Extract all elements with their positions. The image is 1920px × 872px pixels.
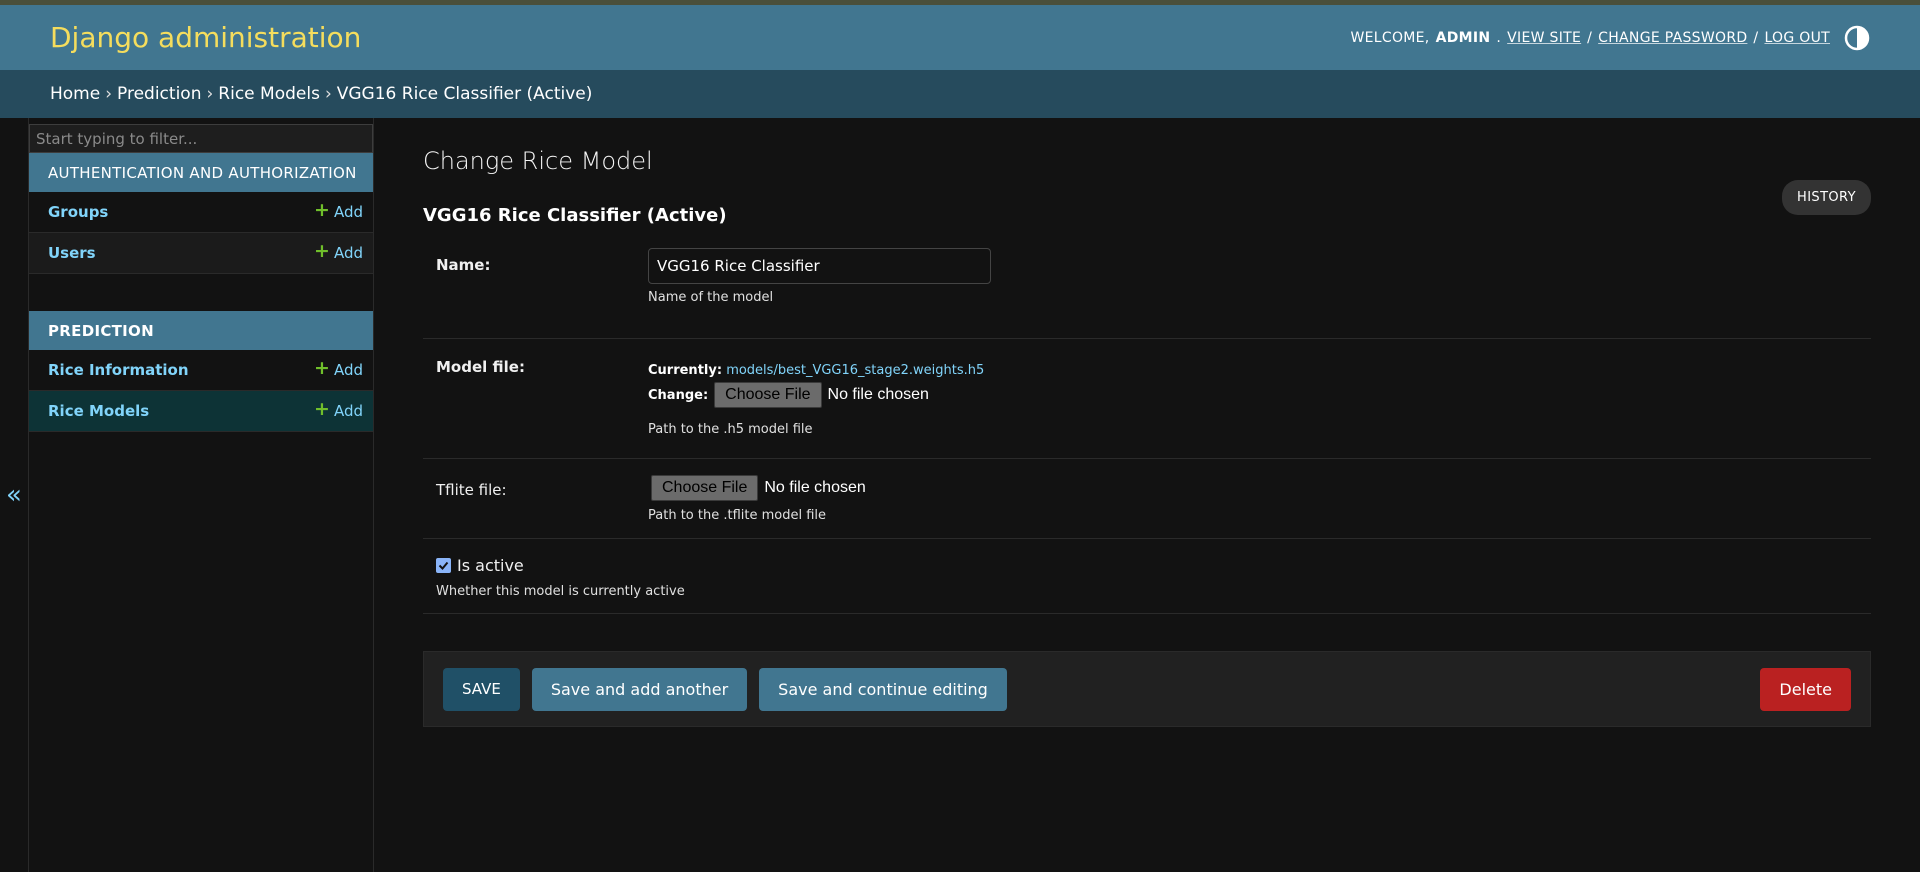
sidebar-item-rice-information: Rice Information + Add [29,350,373,391]
add-rice-models-link[interactable]: + Add [314,397,363,420]
model-file-status: No file chosen [827,386,929,403]
form-row-is-active: Is active Whether this model is currentl… [423,539,1871,614]
page-title: Change Rice Model [423,147,653,175]
name-field[interactable] [648,248,991,284]
module-caption[interactable]: AUTHENTICATION AND AUTHORIZATION [29,153,373,192]
breadcrumb-separator: › [324,84,332,104]
module-prediction: PREDICTION Rice Information + Add Rice M… [29,311,373,432]
welcome-text: WELCOME, [1350,29,1430,46]
save-and-continue-button[interactable]: Save and continue editing [759,667,1007,711]
add-label: Add [333,244,363,262]
header: Django administration WELCOME, ADMIN. VI… [0,5,1920,70]
add-rice-information-link[interactable]: + Add [314,356,363,379]
sidebar-item-groups: Groups + Add [29,192,373,233]
sidebar-item-users: Users + Add [29,233,373,274]
add-label: Add [333,361,363,379]
sidebar-item-users-link[interactable]: Users [48,244,96,262]
separator: / [1587,29,1593,46]
model-file-help: Path to the .h5 model file [648,422,813,437]
nav-filter-input[interactable] [29,124,373,153]
breadcrumb-separator: › [206,84,214,104]
history-button[interactable]: HISTORY [1782,180,1871,215]
object-title: VGG16 Rice Classifier (Active) [423,205,727,226]
double-chevron-left-icon: « [6,480,22,510]
model-file-label: Model file: [436,358,525,376]
username: ADMIN [1435,29,1491,46]
is-active-checkbox[interactable] [436,558,451,573]
tflite-file-choose-button[interactable]: Choose File [651,475,759,501]
breadcrumb-separator: › [105,84,113,104]
breadcrumb: Home › Prediction › Rice Models › VGG16 … [0,70,1920,118]
add-label: Add [333,402,363,420]
sidebar-item-rice-models-link[interactable]: Rice Models [48,402,149,420]
sidebar-collapse-button[interactable]: « [0,118,29,872]
view-site-link[interactable]: VIEW SITE [1507,30,1581,46]
name-help: Name of the model [648,290,774,305]
plus-icon: + [314,397,330,420]
module-auth: AUTHENTICATION AND AUTHORIZATION Groups … [29,153,373,274]
tflite-file-upload: Choose File No file chosen [648,475,1871,501]
sidebar-item-rice-models: Rice Models + Add [29,391,373,432]
separator: / [1753,29,1759,46]
breadcrumb-prediction[interactable]: Prediction [117,84,201,104]
is-active-label[interactable]: Is active [457,556,524,575]
save-and-add-another-button[interactable]: Save and add another [531,667,748,711]
log-out-link[interactable]: LOG OUT [1764,30,1830,46]
form-row-tflite-file: Tflite file: Choose File No file chosen … [423,459,1871,539]
add-users-link[interactable]: + Add [314,239,363,262]
current-file-link[interactable]: models/best_VGG16_stage2.weights.h5 [726,363,984,378]
change-label: Change: [648,387,709,403]
breadcrumb-rice-models[interactable]: Rice Models [218,84,320,104]
change-form: Name: Name of the model Model file: Curr… [423,237,1871,614]
currently-label: Currently: [648,363,723,378]
model-file-choose-button[interactable]: Choose File [714,382,822,408]
module-caption[interactable]: PREDICTION [29,311,373,350]
user-tools: WELCOME, ADMIN. VIEW SITE / CHANGE PASSW… [1351,25,1871,51]
checkmark-icon [438,561,449,570]
breadcrumb-home[interactable]: Home [50,84,100,104]
main-content: Change Rice Model HISTORY VGG16 Rice Cla… [423,118,1871,727]
form-row-model-file: Model file: Currently: models/best_VGG16… [423,339,1871,459]
change-password-link[interactable]: CHANGE PASSWORD [1598,30,1747,46]
submit-row: SAVE Save and add another Save and conti… [423,651,1871,727]
site-branding[interactable]: Django administration [50,21,361,54]
is-active-help: Whether this model is currently active [436,584,685,599]
breadcrumb-current: VGG16 Rice Classifier (Active) [336,84,593,104]
save-button[interactable]: SAVE [443,667,520,711]
name-label: Name: [436,256,491,274]
tflite-file-status: No file chosen [764,479,866,496]
nav-sidebar: AUTHENTICATION AND AUTHORIZATION Groups … [29,118,374,872]
plus-icon: + [314,198,330,221]
sidebar-item-rice-information-link[interactable]: Rice Information [48,361,189,379]
add-label: Add [333,203,363,221]
add-groups-link[interactable]: + Add [314,198,363,221]
tflite-file-help: Path to the .tflite model file [648,508,827,523]
delete-button[interactable]: Delete [1760,667,1851,711]
plus-icon: + [314,239,330,262]
sidebar-item-groups-link[interactable]: Groups [48,203,108,221]
theme-toggle-icon[interactable] [1844,25,1870,51]
form-row-name: Name: Name of the model [423,237,1871,339]
tflite-file-label: Tflite file: [436,481,507,499]
plus-icon: + [314,356,330,379]
model-file-upload: Currently: models/best_VGG16_stage2.weig… [648,363,1871,408]
